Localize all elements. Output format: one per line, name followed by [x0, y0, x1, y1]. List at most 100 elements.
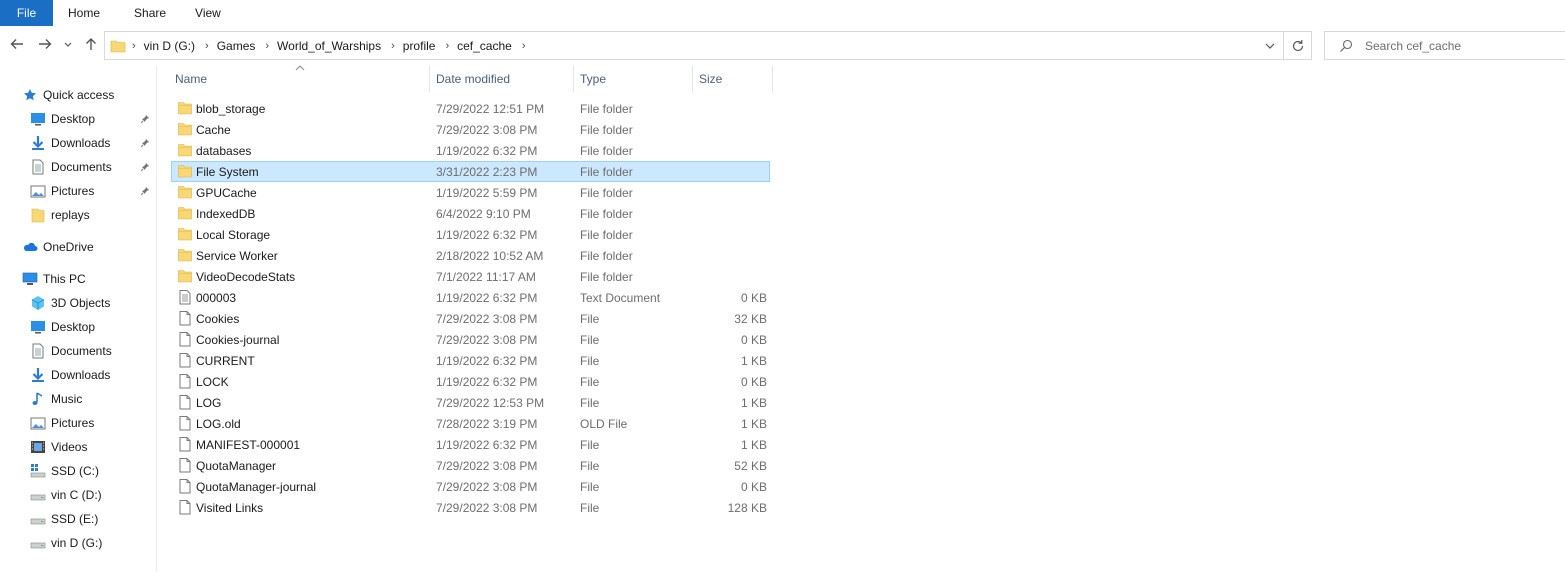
search-input[interactable]: [1365, 38, 1555, 53]
breadcrumb-cef-cache[interactable]: cef_cache: [457, 39, 512, 53]
folder-icon: [177, 268, 193, 284]
breadcrumb-separator-icon[interactable]: ›: [265, 40, 269, 52]
breadcrumb-separator-icon[interactable]: ›: [391, 40, 395, 52]
nav-item-videos[interactable]: Videos: [30, 436, 87, 458]
up-arrow-icon: [86, 38, 96, 50]
breadcrumb-separator-icon[interactable]: ›: [132, 40, 136, 52]
recent-locations-button[interactable]: [63, 36, 75, 54]
file-row[interactable]: File System 3/31/2022 2:23 PM File folder: [171, 161, 770, 182]
refresh-button[interactable]: [1284, 31, 1312, 60]
file-row[interactable]: MANIFEST-000001 1/19/2022 6:32 PM File 1 KB: [171, 434, 770, 455]
address-history-chevron-icon[interactable]: [1263, 39, 1277, 53]
file-row[interactable]: QuotaManager 7/29/2022 3:08 PM File 52 KB: [171, 455, 770, 476]
file-row[interactable]: QuotaManager-journal 7/29/2022 3:08 PM Fil…: [171, 476, 770, 497]
file-row[interactable]: IndexedDB 6/4/2022 9:10 PM File folder: [171, 203, 770, 224]
column-header-name[interactable]: Name: [170, 66, 430, 92]
file-date-modified: 7/29/2022 3:08 PM: [436, 480, 538, 494]
pin-icon[interactable]: [140, 162, 150, 172]
file-row[interactable]: LOG.old 7/28/2022 3:19 PM OLD File 1 KB: [171, 413, 770, 434]
file-row[interactable]: 000003 1/19/2022 6:32 PM Text Document 0 KB: [171, 287, 770, 308]
file-row[interactable]: Cookies 7/29/2022 3:08 PM File 32 KB: [171, 308, 770, 329]
nav-label: Pictures: [51, 184, 95, 198]
nav-quick-access[interactable]: Quick access: [22, 84, 114, 106]
file-name: Local Storage: [196, 228, 271, 242]
file-row[interactable]: blob_storage 7/29/2022 12:51 PM File folde…: [171, 98, 770, 119]
pin-icon[interactable]: [140, 186, 150, 196]
file-row[interactable]: LOCK 1/19/2022 6:32 PM File 0 KB: [171, 371, 770, 392]
breadcrumb-profile[interactable]: profile: [403, 39, 436, 53]
nav-item-pictures-quick[interactable]: Pictures: [30, 180, 94, 202]
file-type: Text Document: [580, 291, 661, 305]
file-name: databases: [196, 144, 252, 158]
file-name: 000003: [196, 291, 237, 305]
file-row[interactable]: Service Worker 2/18/2022 10:52 AM File fol…: [171, 245, 770, 266]
breadcrumb-world-of-warships[interactable]: World_of_Warships: [277, 39, 381, 53]
nav-item-ssd-c[interactable]: SSD (C:): [30, 460, 99, 482]
nav-item-music[interactable]: Music: [30, 388, 82, 410]
nav-this-pc[interactable]: This PC: [22, 268, 86, 290]
nav-item-documents-quick[interactable]: Documents: [30, 156, 112, 178]
up-button[interactable]: [83, 36, 101, 54]
search-box[interactable]: [1324, 31, 1565, 60]
nav-item-pictures[interactable]: Pictures: [30, 412, 94, 434]
nav-item-vin-d-g[interactable]: vin D (G:): [30, 532, 102, 554]
column-header-size[interactable]: Size: [694, 66, 773, 92]
drive-icon: [30, 511, 46, 527]
breadcrumb-drive[interactable]: vin D (G:): [144, 39, 195, 53]
file-name: Service Worker: [196, 249, 278, 263]
file-type: File: [580, 438, 600, 452]
breadcrumb-separator-icon[interactable]: ›: [205, 40, 209, 52]
file-size: 1 KB: [740, 417, 767, 431]
column-header-type[interactable]: Type: [575, 66, 693, 92]
nav-item-3d-objects[interactable]: 3D Objects: [30, 292, 110, 314]
file-row[interactable]: GPUCache 1/19/2022 5:59 PM File folder: [171, 182, 770, 203]
folder-icon: [177, 121, 193, 137]
tab-view[interactable]: View: [185, 0, 240, 26]
file-type: OLD File: [580, 417, 628, 431]
address-bar[interactable]: › vin D (G:) › Games › World_of_Warships…: [104, 31, 1284, 60]
file-row[interactable]: Cookies-journal 7/29/2022 3:08 PM File 0 KB: [171, 329, 770, 350]
nav-item-downloads-quick[interactable]: Downloads: [30, 132, 110, 154]
file-row[interactable]: databases 1/19/2022 6:32 PM File folder: [171, 140, 770, 161]
documents-icon: [30, 343, 46, 359]
column-header-date-modified[interactable]: Date modified: [431, 66, 574, 92]
nav-item-replays[interactable]: replays: [30, 204, 90, 226]
breadcrumb-separator-icon[interactable]: ›: [522, 40, 526, 52]
nav-item-ssd-e[interactable]: SSD (E:): [30, 508, 98, 530]
file-row[interactable]: Visited Links 7/29/2022 3:08 PM File 128 KB: [171, 497, 770, 518]
breadcrumb-games[interactable]: Games: [217, 39, 256, 53]
nav-label: Documents: [51, 344, 112, 358]
file-row[interactable]: VideoDecodeStats 7/1/2022 11:17 AM File fo…: [171, 266, 770, 287]
desktop-icon: [30, 319, 46, 335]
nav-item-desktop[interactable]: Desktop: [30, 316, 95, 338]
nav-item-desktop-quick[interactable]: Desktop: [30, 108, 95, 130]
file-row[interactable]: LOG 7/29/2022 12:53 PM File 1 KB: [171, 392, 770, 413]
folder-icon: [177, 247, 193, 263]
navigation-pane: Quick access Desktop Downloads Documents…: [0, 66, 157, 572]
file-date-modified: 1/19/2022 6:32 PM: [436, 375, 538, 389]
tab-home[interactable]: Home: [53, 0, 119, 26]
breadcrumb-separator-icon[interactable]: ›: [445, 40, 449, 52]
file-size: 32 KB: [734, 312, 767, 326]
nav-onedrive[interactable]: OneDrive: [22, 236, 94, 258]
back-button[interactable]: [9, 36, 27, 54]
nav-item-vin-c-d[interactable]: vin C (D:): [30, 484, 102, 506]
tab-file[interactable]: File: [0, 0, 53, 26]
pin-icon[interactable]: [140, 138, 150, 148]
nav-item-downloads[interactable]: Downloads: [30, 364, 110, 386]
pin-icon[interactable]: [140, 114, 150, 124]
file-type: File folder: [580, 144, 633, 158]
folder-icon: [177, 163, 193, 179]
file-size: 52 KB: [734, 459, 767, 473]
file-row[interactable]: CURRENT 1/19/2022 6:32 PM File 1 KB: [171, 350, 770, 371]
file-type: File: [580, 396, 600, 410]
file-row[interactable]: Local Storage 1/19/2022 6:32 PM File folde…: [171, 224, 770, 245]
file-name: Cookies: [196, 312, 240, 326]
file-row[interactable]: Cache 7/29/2022 3:08 PM File folder: [171, 119, 770, 140]
nav-item-documents[interactable]: Documents: [30, 340, 112, 362]
tab-share[interactable]: Share: [119, 0, 185, 26]
file-size: 0 KB: [740, 333, 767, 347]
forward-button[interactable]: [37, 36, 55, 54]
file-name: blob_storage: [196, 102, 266, 116]
documents-icon: [30, 159, 46, 175]
